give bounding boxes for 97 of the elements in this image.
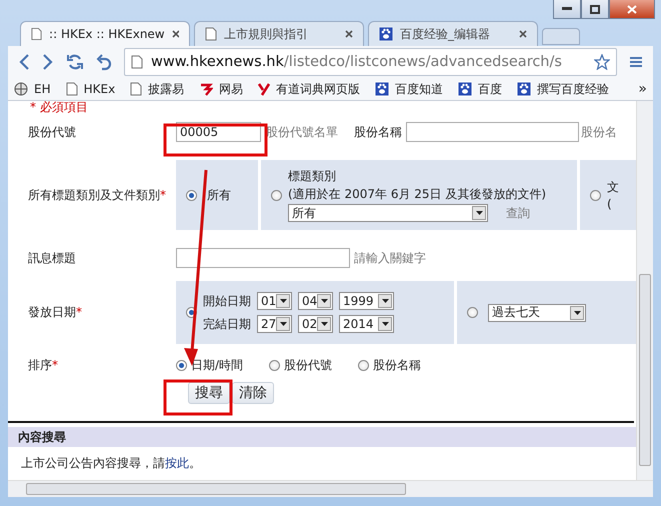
caret-icon (320, 322, 328, 326)
field-label: 股份代號 (27, 124, 77, 140)
close-icon[interactable] (172, 30, 179, 38)
address-bar[interactable]: www.hkexnews.hk/listedco/listconews/advancedsearch/s (124, 48, 617, 76)
dropdown[interactable]: 過去七天 (488, 304, 586, 322)
start-date-label: 開始日期 (203, 292, 251, 310)
radio-button[interactable] (269, 360, 280, 370)
close-icon[interactable] (345, 30, 353, 38)
dropdown[interactable]: 04 (298, 292, 333, 310)
option-title: 文 (607, 179, 619, 196)
dropdown[interactable]: 01 (257, 292, 292, 310)
field-label: 股份名稱 (354, 124, 402, 140)
back-icon[interactable] (18, 53, 30, 71)
lookup-link[interactable]: 查詢 (506, 204, 530, 222)
globe-icon (14, 82, 28, 96)
stock-name-list-link[interactable]: 股份名 (581, 124, 617, 140)
option-label: 股份名稱 (373, 356, 422, 374)
caret-icon (574, 310, 580, 314)
caret-icon (280, 299, 287, 303)
close-icon[interactable] (519, 30, 527, 38)
radio-button[interactable] (176, 360, 187, 370)
search-button[interactable]: 搜尋 (188, 382, 230, 404)
option-label: 日期/時間 (191, 356, 244, 374)
option-label: 股份代號 (284, 356, 332, 374)
dropdown[interactable]: 1999 (339, 292, 394, 310)
browser-tab[interactable]: 百度经验_编辑器 (368, 21, 538, 46)
required-mark: * (160, 188, 166, 202)
option-title: 標題類別 (288, 168, 337, 185)
caret-icon (476, 211, 482, 215)
browser-tab[interactable]: 上市規則與指引 (194, 21, 364, 46)
field-label: 排序 (28, 358, 52, 372)
field-hint: 請輸入關鍵字 (354, 250, 426, 266)
radio-button[interactable] (271, 190, 282, 200)
browser-tab[interactable]: :: HKEx :: HKExnew (20, 21, 190, 46)
field-label: 訊息標題 (27, 250, 77, 266)
required-mark: * (52, 358, 58, 372)
dropdown[interactable]: 27 (257, 315, 292, 333)
page-icon (131, 55, 143, 69)
radio-button[interactable] (467, 307, 478, 318)
logo-icon (199, 82, 214, 96)
star-icon[interactable] (594, 54, 610, 70)
radio-button[interactable] (186, 190, 197, 200)
maximize-button[interactable] (581, 0, 609, 19)
caret-icon (382, 299, 388, 303)
bookmark[interactable]: EH (14, 82, 51, 96)
bookmark[interactable]: HKEx (66, 82, 116, 96)
stock-code-list-link[interactable]: 股份代號名單 (266, 124, 338, 140)
bookmark[interactable]: 撰写百度经验 (517, 80, 610, 98)
horizontal-scrollbar[interactable] (8, 480, 653, 497)
more-bookmarks-button[interactable]: » (638, 81, 647, 97)
required-note: * 必須項目 (29, 101, 89, 114)
menu-icon[interactable] (629, 55, 643, 69)
option-label: 所有 (207, 186, 231, 204)
bookmark[interactable]: 披露易 (130, 80, 184, 98)
end-date-label: 完結日期 (203, 316, 251, 332)
paw-icon (375, 82, 390, 96)
page-icon (130, 82, 142, 96)
option-note: (適用於在 2007年 6月 25日 及其後發放的文件) (288, 186, 546, 203)
page-icon (31, 27, 42, 41)
paw-icon (517, 82, 532, 96)
paw-icon (379, 27, 393, 41)
undo-icon[interactable] (96, 53, 112, 71)
page-icon (205, 27, 217, 41)
dropdown[interactable]: 2014 (339, 315, 394, 333)
annotation-box (164, 380, 232, 416)
reload-icon[interactable] (66, 53, 84, 71)
field-label: 所有標題類別及文件類別 (28, 188, 160, 202)
headline-field[interactable] (176, 248, 350, 268)
vertical-scrollbar[interactable] (636, 101, 653, 480)
close-icon (627, 4, 637, 14)
radio-button[interactable] (590, 190, 601, 200)
paw-icon (458, 82, 472, 96)
clear-button[interactable]: 清除 (232, 382, 274, 404)
caret-icon (280, 322, 287, 326)
caret-icon (320, 299, 328, 303)
radio-button[interactable] (358, 360, 370, 370)
required-mark: * (76, 305, 82, 319)
page-icon (66, 82, 78, 96)
click-here-link[interactable]: 按此 (165, 456, 189, 470)
close-button[interactable] (609, 0, 655, 19)
dropdown[interactable]: 所有 (288, 204, 488, 222)
maximize-icon (590, 4, 600, 14)
forward-icon[interactable] (42, 53, 54, 71)
minimize-icon (562, 7, 572, 11)
bookmark[interactable]: 网易 (199, 80, 244, 98)
logo-icon (258, 82, 270, 96)
section-header: 內容搜尋 (8, 427, 636, 447)
caret-icon (382, 322, 388, 326)
stock-name-field[interactable] (406, 122, 579, 142)
dropdown[interactable]: 02 (298, 315, 333, 333)
option-note: ( (607, 197, 613, 211)
bookmark[interactable]: 百度知道 (375, 80, 444, 98)
field-label: 發放日期 (28, 305, 76, 319)
bookmark[interactable]: 百度 (458, 80, 502, 98)
bookmark[interactable]: 有道词典网页版 (258, 80, 360, 98)
content-search-text: 上市公司公告內容搜尋，請按此。 (20, 455, 202, 472)
minimize-button[interactable] (553, 0, 581, 19)
